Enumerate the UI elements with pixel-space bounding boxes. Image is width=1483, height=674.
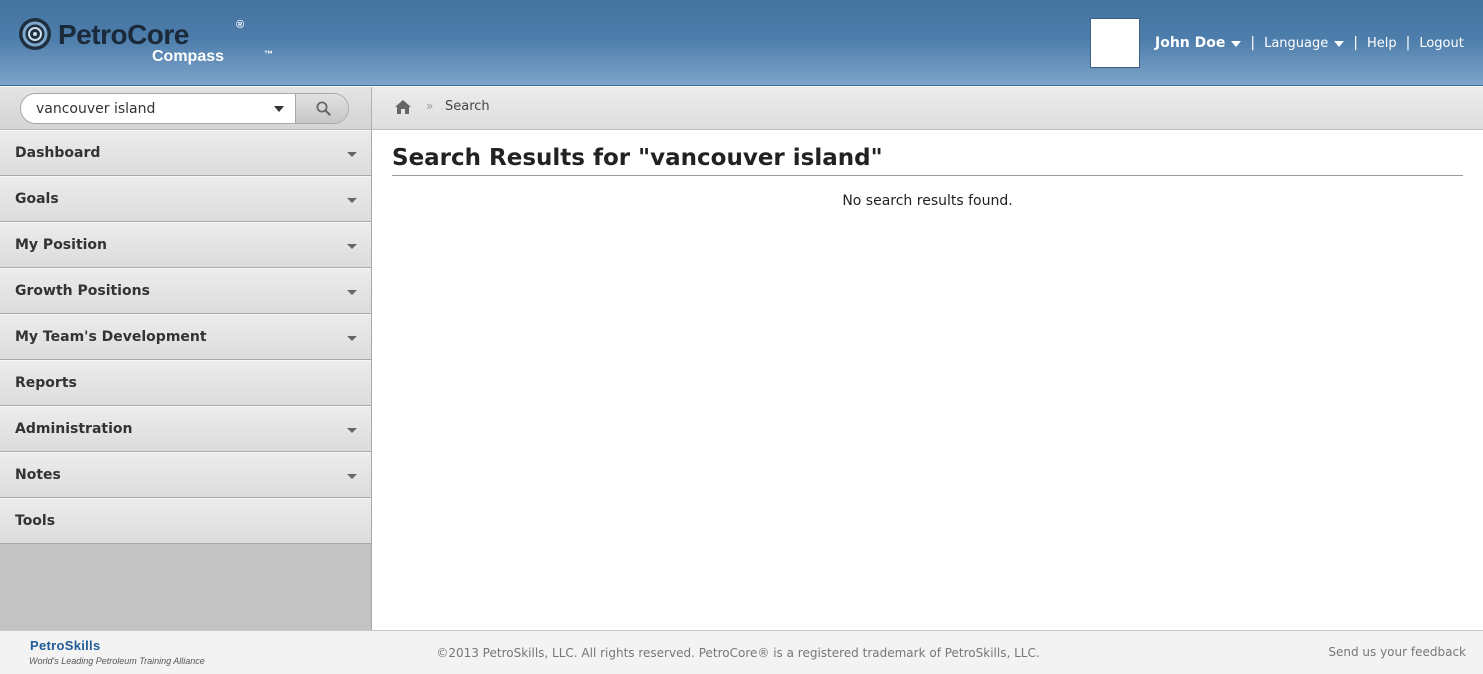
sidebar-item-administration[interactable]: Administration (0, 406, 371, 452)
chevron-down-icon (1334, 41, 1345, 47)
footer: PetroSkills World's Leading Petroleum Tr… (0, 630, 1483, 674)
chevron-down-icon (347, 336, 357, 341)
breadcrumb-current: Search (445, 99, 490, 114)
sidebar-item-growth-positions[interactable]: Growth Positions (0, 268, 371, 314)
logout-link[interactable]: Logout (1419, 36, 1464, 51)
feedback-link[interactable]: Send us your feedback (1328, 645, 1466, 659)
search-box (20, 93, 349, 124)
chevron-down-icon (347, 198, 357, 203)
chevron-down-icon (347, 244, 357, 249)
chevron-down-icon (1231, 41, 1242, 47)
logo-title: PetroCore (58, 19, 189, 50)
language-menu[interactable]: Language (1264, 35, 1345, 51)
language-label: Language (1264, 35, 1329, 51)
sidebar-item-goals[interactable]: Goals (0, 176, 371, 222)
copyright-text: ©2013 PetroSkills, LLC. All rights reser… (436, 646, 1040, 660)
sidebar-item-label: Goals (15, 191, 59, 207)
sidebar-item-label: Dashboard (15, 145, 101, 161)
sidebar-item-label: Reports (15, 375, 77, 391)
breadcrumb-separator: » (426, 99, 434, 113)
page-title: Search Results for "vancouver island" (392, 145, 883, 171)
sidebar-item-tools[interactable]: Tools (0, 498, 371, 544)
help-link[interactable]: Help (1367, 36, 1397, 51)
search-dropdown-chevron-icon[interactable] (274, 106, 284, 112)
sidebar-item-my-position[interactable]: My Position (0, 222, 371, 268)
sidebar-item-label: My Position (15, 237, 108, 253)
main-content: Search Results for "vancouver island" No… (372, 131, 1483, 630)
search-bar (0, 87, 372, 130)
logo-registered-mark: ® (236, 19, 245, 31)
nav-separator: | (1250, 35, 1256, 51)
sidebar-item-label: Tools (15, 513, 56, 529)
user-nav: John Doe | Language | Help | Logout (1155, 32, 1464, 54)
sidebar-item-label: Administration (15, 421, 133, 437)
search-button[interactable] (295, 94, 348, 123)
sidebar-item-label: Growth Positions (15, 283, 150, 299)
avatar[interactable] (1090, 18, 1140, 68)
chevron-down-icon (347, 152, 357, 157)
title-divider (392, 175, 1463, 176)
sidebar-item-notes[interactable]: Notes (0, 452, 371, 498)
app-header: PetroCore ® Compass ™ John Doe | Languag… (0, 0, 1483, 86)
sidebar-item-dashboard[interactable]: Dashboard (0, 130, 371, 176)
sidebar-item-label: My Team's Development (15, 329, 207, 345)
breadcrumb: » Search (372, 87, 1483, 130)
nav-separator: | (1353, 35, 1358, 51)
no-results-message: No search results found. (842, 193, 1013, 209)
petrocore-compass-logo[interactable]: PetroCore ® Compass ™ (18, 17, 288, 72)
sidebar-item-label: Notes (15, 467, 61, 483)
logo-subtitle: Compass (152, 48, 225, 65)
sidebar-item-reports[interactable]: Reports (0, 360, 371, 406)
nav-separator: | (1405, 35, 1411, 51)
logo-trademark-mark: ™ (264, 49, 273, 59)
sidebar-item-my-teams-development[interactable]: My Team's Development (0, 314, 371, 360)
search-input[interactable] (21, 94, 295, 123)
chevron-down-icon (347, 474, 357, 479)
chevron-down-icon (347, 290, 357, 295)
user-name: John Doe (1155, 35, 1226, 51)
home-icon[interactable] (394, 99, 412, 115)
logo-mark-icon (19, 18, 51, 50)
user-menu[interactable]: John Doe (1155, 35, 1242, 51)
chevron-down-icon (347, 428, 357, 433)
search-icon (316, 101, 331, 116)
sidebar: Dashboard Goals My Position Growth Posit… (0, 130, 372, 630)
